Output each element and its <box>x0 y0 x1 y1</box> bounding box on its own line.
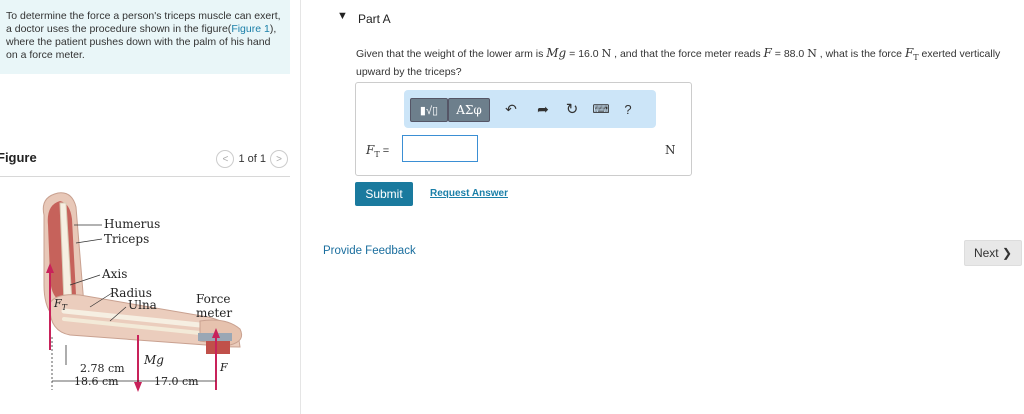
math-toolbar: ▮√▯ ΑΣφ ↶ ➦ ↻ ⌨ ? <box>404 90 656 128</box>
q-symbol-f: F <box>763 46 772 60</box>
request-answer-link[interactable]: Request Answer <box>430 188 508 199</box>
redo-icon[interactable]: ➦ <box>534 98 552 120</box>
collapse-icon[interactable]: ▼ <box>337 10 348 22</box>
greek-symbols-button[interactable]: ΑΣφ <box>448 98 490 122</box>
panel-divider <box>300 0 301 414</box>
label-ft-sub: T <box>62 303 68 312</box>
left-panel: To determine the force a person's tricep… <box>0 0 300 414</box>
label-axis: Axis <box>101 267 127 281</box>
help-icon[interactable]: ? <box>620 98 636 120</box>
keyboard-icon[interactable]: ⌨ <box>590 98 612 120</box>
q-text-4: = 88.0 <box>771 48 808 60</box>
label-ulna: Ulna <box>128 298 157 312</box>
label-dim-18-6: 18.6 cm <box>74 375 119 388</box>
figure-header: Figure < 1 of 1 > <box>0 150 290 177</box>
force-meter-block <box>206 340 230 354</box>
answer-equals: = <box>379 145 390 157</box>
label-humerus: Humerus <box>104 217 160 231</box>
arm-figure: Humerus Triceps Axis Radius Ulna Force m… <box>42 192 243 392</box>
q-text-2: = 16.0 <box>566 48 602 60</box>
q-text-1: Given that the weight of the lower arm i… <box>356 48 547 60</box>
reset-icon[interactable]: ↻ <box>562 98 582 120</box>
label-dim-17-0: 17.0 cm <box>154 375 199 388</box>
label-f: F <box>219 361 228 374</box>
label-ft-main: F <box>53 297 62 310</box>
q-symbol-mg: Mg <box>546 46 567 60</box>
answer-box: ▮√▯ ΑΣφ ↶ ➦ ↻ ⌨ ? FT = N <box>355 82 692 176</box>
prev-figure-button[interactable]: < <box>216 150 235 168</box>
label-meter: meter <box>196 306 232 320</box>
answer-label: FT = <box>366 143 389 159</box>
label-force: Force <box>196 292 230 306</box>
label-mg: Mg <box>143 353 164 367</box>
label-triceps: Triceps <box>104 232 149 246</box>
question-text: Given that the weight of the lower arm i… <box>356 46 1024 79</box>
q-unit-1: N <box>601 47 612 60</box>
problem-intro: To determine the force a person's tricep… <box>0 0 290 74</box>
answer-input[interactable] <box>402 135 478 162</box>
undo-icon[interactable]: ↶ <box>502 98 520 120</box>
leader-triceps <box>75 238 103 244</box>
figure-title: Figure <box>0 150 37 165</box>
q-text-3: , and that the force meter reads <box>611 48 764 60</box>
templates-button[interactable]: ▮√▯ <box>410 98 448 122</box>
provide-feedback-link[interactable]: Provide Feedback <box>323 245 416 257</box>
mg-arrow-head <box>134 382 142 392</box>
submit-button[interactable]: Submit <box>355 182 413 206</box>
figure-pager: < 1 of 1 > <box>216 150 288 168</box>
q-text-5: , what is the force <box>816 48 905 60</box>
label-dim-2-78: 2.78 cm <box>80 362 125 375</box>
figure-link[interactable]: Figure 1 <box>231 23 270 35</box>
intro-text: To determine the force a person's tricep… <box>0 0 290 62</box>
next-figure-button[interactable]: > <box>270 150 288 168</box>
next-button[interactable]: Next ❯ <box>964 240 1022 266</box>
answer-unit: N <box>665 143 676 157</box>
q-unit-2: N <box>807 47 817 60</box>
pager-label: 1 of 1 <box>238 153 266 165</box>
part-title: Part A <box>358 12 391 26</box>
